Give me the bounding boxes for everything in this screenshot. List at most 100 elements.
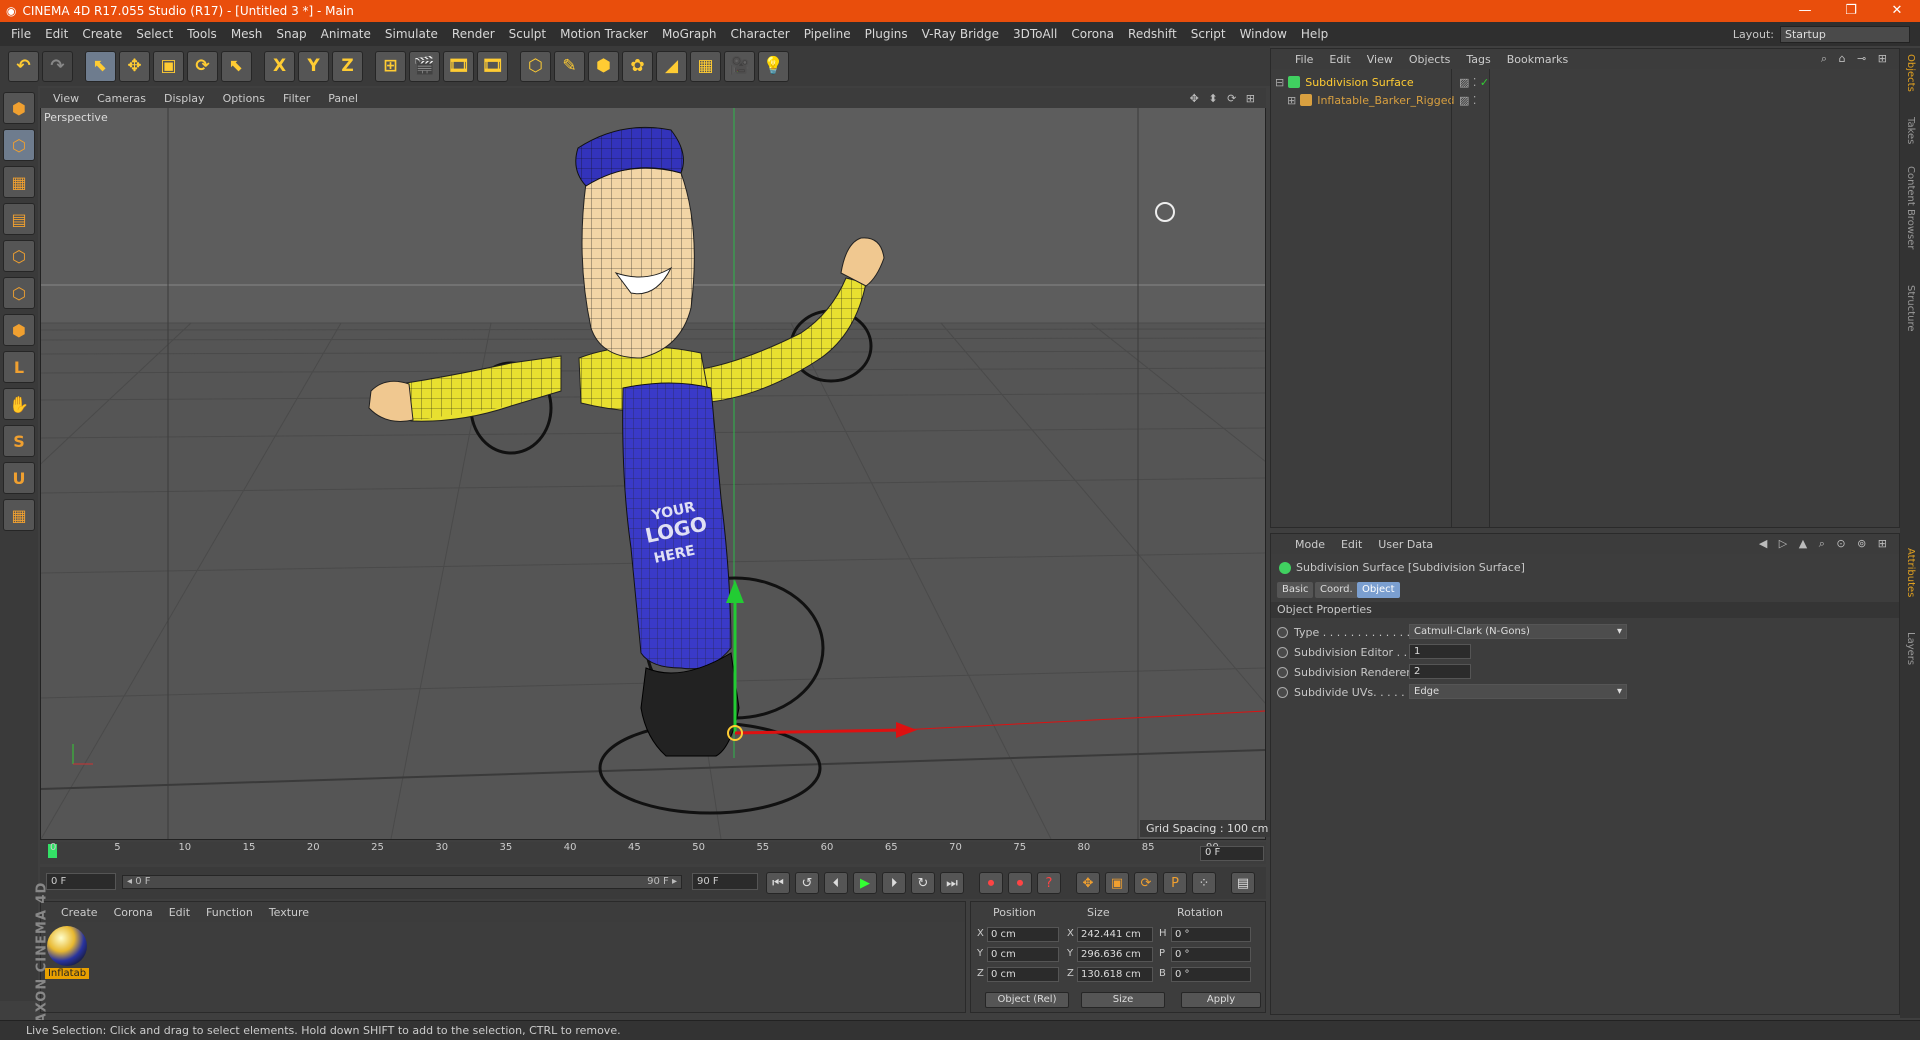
- material-menu-create[interactable]: Create: [53, 906, 106, 919]
- rotation-key-icon[interactable]: ⟳: [1134, 872, 1158, 894]
- z-axis-icon[interactable]: Z: [332, 50, 363, 82]
- param-key-icon[interactable]: P: [1163, 872, 1187, 894]
- menu-render[interactable]: Render: [445, 27, 502, 41]
- right-tab-layers[interactable]: Layers: [1905, 632, 1916, 665]
- render-view-icon[interactable]: 🎬: [409, 50, 440, 82]
- visibility-icon[interactable]: ▨ ⁚: [1459, 94, 1476, 107]
- viewport-menu-cameras[interactable]: Cameras: [88, 92, 155, 105]
- right-tab-takes[interactable]: Takes: [1905, 117, 1916, 144]
- menu-mograph[interactable]: MoGraph: [655, 27, 724, 41]
- viewport-menu-display[interactable]: Display: [155, 92, 214, 105]
- expand-icon[interactable]: ⊞: [1287, 94, 1296, 107]
- menu-script[interactable]: Script: [1184, 27, 1233, 41]
- coord-size-y[interactable]: 296.636 cm: [1077, 947, 1153, 962]
- tab-basic[interactable]: Basic: [1277, 582, 1314, 598]
- axis-icon[interactable]: ⬢: [3, 314, 35, 346]
- object-menu-bookmarks[interactable]: Bookmarks: [1499, 53, 1576, 66]
- viewport-menu-view[interactable]: View: [44, 92, 88, 105]
- redo-icon[interactable]: ↷: [42, 50, 73, 82]
- render-picture-viewer-icon[interactable]: 🎞: [443, 50, 474, 82]
- frame-range-slider[interactable]: ◂ 0 F 90 F ▸: [122, 875, 682, 889]
- minimize-icon[interactable]: —: [1782, 0, 1828, 22]
- scale-key-icon[interactable]: ▣: [1105, 872, 1129, 894]
- floor-icon[interactable]: ▦: [690, 50, 721, 82]
- apply-button[interactable]: Apply: [1181, 992, 1261, 1008]
- edit-render-settings-icon[interactable]: 🎞: [477, 50, 508, 82]
- viewport-scene[interactable]: YOUR LOGO HERE: [41, 108, 1265, 839]
- live-selection-icon[interactable]: ⬉: [85, 50, 116, 82]
- current-frame-field[interactable]: 0 F: [1200, 846, 1264, 861]
- coordinate-system-icon[interactable]: ⊞: [375, 50, 406, 82]
- menu-pipeline[interactable]: Pipeline: [797, 27, 858, 41]
- record-icon[interactable]: ⏺: [979, 872, 1003, 894]
- animate-dot-icon[interactable]: [1277, 626, 1288, 638]
- undo-icon[interactable]: ↶: [8, 50, 39, 82]
- viewport-menu-filter[interactable]: Filter: [274, 92, 319, 105]
- scale-icon[interactable]: ▣: [153, 50, 184, 82]
- y-axis-icon[interactable]: Y: [298, 50, 329, 82]
- menu-select[interactable]: Select: [129, 27, 180, 41]
- material-menu-texture[interactable]: Texture: [261, 906, 317, 919]
- play-icon[interactable]: ▶: [853, 872, 877, 894]
- close-icon[interactable]: ✕: [1874, 0, 1920, 22]
- subdivision-renderer-field[interactable]: 2: [1409, 664, 1471, 679]
- type-select[interactable]: Catmull-Clark (N-Gons) ▾: [1409, 624, 1627, 639]
- attribute-menu-mode[interactable]: Mode: [1287, 538, 1333, 551]
- right-tab-content-browser[interactable]: Content Browser: [1905, 166, 1916, 249]
- material-menu-corona[interactable]: Corona: [106, 906, 161, 919]
- tweak-icon[interactable]: L: [3, 351, 35, 383]
- right-tab-structure[interactable]: Structure: [1905, 285, 1916, 332]
- menu-animate[interactable]: Animate: [314, 27, 378, 41]
- cloner-icon[interactable]: ✿: [622, 50, 653, 82]
- menu-edit[interactable]: Edit: [38, 27, 75, 41]
- menu-corona[interactable]: Corona: [1064, 27, 1121, 41]
- animate-dot-icon[interactable]: [1277, 686, 1288, 698]
- subdivide-uvs-select[interactable]: Edge ▾: [1409, 684, 1627, 699]
- viewport-navigation-icons[interactable]: ✥ ⬍ ⟳ ⊞: [1190, 92, 1266, 105]
- object-menu-edit[interactable]: Edit: [1321, 53, 1358, 66]
- cube-icon[interactable]: ⬡: [520, 50, 551, 82]
- keyframe-selection-icon[interactable]: ?: [1037, 872, 1061, 894]
- coord-size-select[interactable]: Size: [1081, 992, 1165, 1008]
- camera-icon[interactable]: 🎥: [724, 50, 755, 82]
- magnet-icon[interactable]: S: [3, 425, 35, 457]
- viewport-menu-options[interactable]: Options: [214, 92, 274, 105]
- end-frame-field[interactable]: 90 F: [692, 873, 758, 890]
- object-menu-objects[interactable]: Objects: [1401, 53, 1459, 66]
- last-tool-icon[interactable]: ⬉: [221, 50, 252, 82]
- next-key-icon[interactable]: ↻: [911, 872, 935, 894]
- go-to-start-icon[interactable]: ⏮: [766, 872, 790, 894]
- make-editable-icon[interactable]: ⬢: [3, 92, 35, 124]
- deformer-icon[interactable]: ◢: [656, 50, 687, 82]
- object-row-inflatable-barker[interactable]: ⊞ Inflatable_Barker_Rigged ▨ ⁚: [1287, 91, 1877, 109]
- menu-snap[interactable]: Snap: [269, 27, 313, 41]
- coord-size-x[interactable]: 242.441 cm: [1077, 927, 1153, 942]
- texture-mode-icon[interactable]: ▦: [3, 166, 35, 198]
- menu-tools[interactable]: Tools: [180, 27, 224, 41]
- subdivision-surface-icon[interactable]: ⬢: [588, 50, 619, 82]
- visibility-icon[interactable]: ▨ ⁚ ✓: [1459, 76, 1489, 89]
- autokey-icon[interactable]: ⏺: [1008, 872, 1032, 894]
- menu-motion-tracker[interactable]: Motion Tracker: [553, 27, 655, 41]
- polygon-mode-icon[interactable]: ⬡: [3, 277, 35, 309]
- x-axis-icon[interactable]: X: [264, 50, 295, 82]
- right-tab-attributes[interactable]: Attributes: [1905, 548, 1916, 597]
- menu-vray-bridge[interactable]: V-Ray Bridge: [915, 27, 1006, 41]
- coord-rot-b[interactable]: 0 °: [1171, 967, 1251, 982]
- animate-dot-icon[interactable]: [1277, 646, 1288, 658]
- go-to-end-icon[interactable]: ⏭: [940, 872, 964, 894]
- subdivision-editor-field[interactable]: 1: [1409, 644, 1471, 659]
- menu-mesh[interactable]: Mesh: [224, 27, 270, 41]
- coord-pos-y[interactable]: 0 cm: [987, 947, 1059, 962]
- layout-select[interactable]: Startup: [1780, 25, 1910, 43]
- menu-redshift[interactable]: Redshift: [1121, 27, 1184, 41]
- object-menu-tags[interactable]: Tags: [1458, 53, 1498, 66]
- next-frame-icon[interactable]: ⏵: [882, 872, 906, 894]
- attribute-nav-icons[interactable]: ◀ ▷ ▲ ⌕ ⊙ ⊚ ⊞: [1759, 537, 1899, 551]
- edge-mode-icon[interactable]: ⬡: [3, 240, 35, 272]
- pla-key-icon[interactable]: ⁘: [1192, 872, 1216, 894]
- pen-icon[interactable]: ✎: [554, 50, 585, 82]
- rotate-icon[interactable]: ⟳: [187, 50, 218, 82]
- coord-size-z[interactable]: 130.618 cm: [1077, 967, 1153, 982]
- coord-rot-h[interactable]: 0 °: [1171, 927, 1251, 942]
